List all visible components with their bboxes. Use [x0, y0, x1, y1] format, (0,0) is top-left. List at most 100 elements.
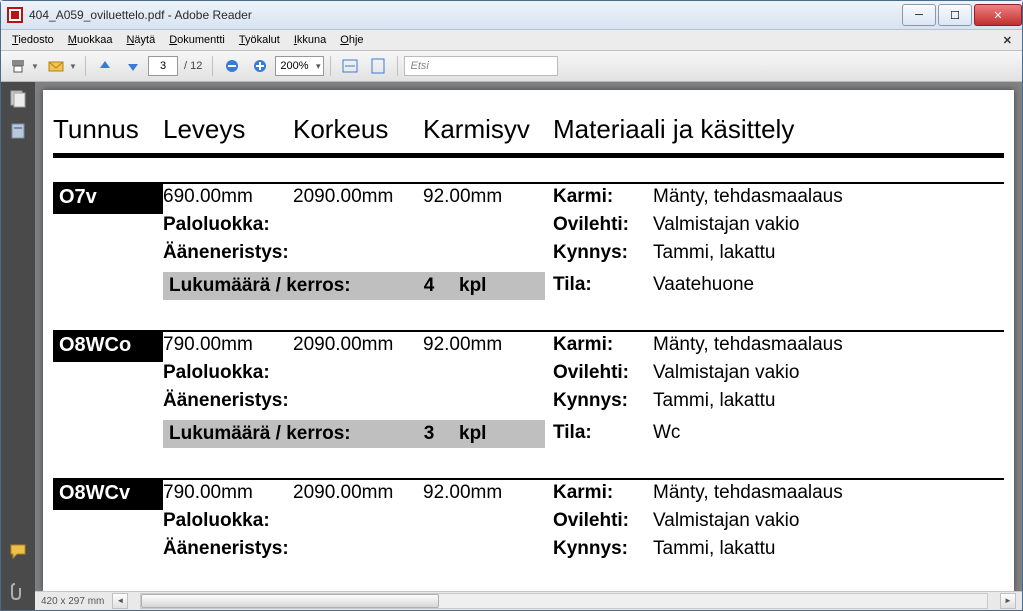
- door-entry: O7v 690.00mm 2090.00mm 92.00mm Karmi: Mä…: [53, 182, 1004, 300]
- label-tila: Tila:: [553, 422, 653, 444]
- zoom-select[interactable]: 200%: [275, 56, 323, 76]
- label-ovilehti: Ovilehti:: [553, 362, 653, 384]
- page-container[interactable]: Tunnus Leveys Korkeus Karmisyv Materiaal…: [35, 82, 1022, 591]
- val-korkeus: 2090.00mm: [293, 334, 423, 356]
- val-kynnys: Tammi, lakattu: [653, 538, 1004, 560]
- val-karmisyv: 92.00mm: [423, 482, 553, 504]
- page-up-button[interactable]: [92, 53, 118, 79]
- label-paloluokka: Paloluokka:: [163, 362, 553, 384]
- scrollbar-thumb[interactable]: [141, 594, 439, 608]
- plus-icon: [253, 59, 267, 73]
- zoom-out-button[interactable]: [219, 53, 245, 79]
- header-rule: [53, 153, 1004, 158]
- menu-file[interactable]: Tiedosto: [5, 32, 61, 48]
- status-bar: 420 x 297 mm ◄ ►: [35, 591, 1022, 610]
- label-karmi: Karmi:: [553, 482, 653, 504]
- zoom-in-button[interactable]: [247, 53, 273, 79]
- window-title: 404_A059_oviluettelo.pdf - Adobe Reader: [29, 8, 252, 22]
- app-window: 404_A059_oviluettelo.pdf - Adobe Reader …: [0, 0, 1023, 611]
- scroll-right-button[interactable]: ►: [1000, 593, 1016, 609]
- pages-panel-icon[interactable]: [9, 90, 27, 108]
- bookmarks-panel-icon[interactable]: [9, 122, 27, 140]
- fit-width-icon: [342, 59, 358, 73]
- header-materiaali: Materiaali ja käsittely: [553, 114, 1004, 145]
- search-input[interactable]: Etsi: [404, 56, 558, 76]
- pdf-page: Tunnus Leveys Korkeus Karmisyv Materiaal…: [43, 90, 1014, 591]
- toolbar-separator: [330, 56, 331, 76]
- close-button[interactable]: ✕: [974, 4, 1022, 26]
- print-button[interactable]: [5, 53, 31, 79]
- page-down-button[interactable]: [120, 53, 146, 79]
- menu-help[interactable]: Ohje: [333, 32, 370, 48]
- val-tila: Vaatehuone: [653, 274, 1004, 296]
- label-tila: Tila:: [553, 274, 653, 296]
- door-entry: O8WCo 790.00mm 2090.00mm 92.00mm Karmi: …: [53, 330, 1004, 448]
- print-icon: [10, 58, 26, 74]
- val-kynnys: Tammi, lakattu: [653, 390, 1004, 412]
- page-dimensions: 420 x 297 mm: [41, 596, 104, 607]
- menu-tools[interactable]: Työkalut: [232, 32, 287, 48]
- table-header-row: Tunnus Leveys Korkeus Karmisyv Materiaal…: [53, 114, 1004, 153]
- menu-view[interactable]: Näytä: [119, 32, 162, 48]
- print-dropdown-icon[interactable]: ▼: [31, 62, 41, 71]
- header-korkeus: Korkeus: [293, 114, 423, 145]
- fit-width-button[interactable]: [337, 53, 363, 79]
- scroll-left-button[interactable]: ◄: [112, 593, 128, 609]
- toolbar-separator: [397, 56, 398, 76]
- label-aaneneristys: Ääneneristys:: [163, 538, 553, 560]
- minimize-button[interactable]: ─: [902, 4, 936, 26]
- header-karmisyv: Karmisyv: [423, 114, 553, 145]
- window-buttons: ─ ☐ ✕: [900, 4, 1022, 26]
- label-ovilehti: Ovilehti:: [553, 510, 653, 532]
- label-paloluokka: Paloluokka:: [163, 214, 553, 236]
- menu-window[interactable]: Ikkuna: [287, 32, 333, 48]
- comments-panel-icon[interactable]: [9, 542, 27, 560]
- count-bar: Lukumäärä / kerros: 4 kpl: [163, 272, 545, 300]
- label-lukumaara: Lukumäärä / kerros:: [169, 423, 399, 445]
- val-korkeus: 2090.00mm: [293, 186, 423, 208]
- label-aaneneristys: Ääneneristys:: [163, 242, 553, 264]
- menu-close-doc[interactable]: ✕: [997, 34, 1018, 47]
- val-korkeus: 2090.00mm: [293, 482, 423, 504]
- menu-document[interactable]: Dokumentti: [162, 32, 232, 48]
- email-icon: [48, 58, 64, 74]
- val-ovilehti: Valmistajan vakio: [653, 362, 1004, 384]
- menu-edit[interactable]: Muokkaa: [61, 32, 120, 48]
- door-id-tag: O8WCo: [53, 332, 163, 362]
- val-ovilehti: Valmistajan vakio: [653, 214, 1004, 236]
- maximize-button[interactable]: ☐: [938, 4, 972, 26]
- title-bar: 404_A059_oviluettelo.pdf - Adobe Reader …: [1, 1, 1022, 30]
- page-total-label: / 12: [184, 60, 202, 72]
- minus-icon: [225, 59, 239, 73]
- label-lukumaara: Lukumäärä / kerros:: [169, 275, 399, 297]
- val-leveys: 790.00mm: [163, 482, 293, 504]
- toolbar-separator: [212, 56, 213, 76]
- label-kynnys: Kynnys:: [553, 242, 653, 264]
- door-entry: O8WCv 790.00mm 2090.00mm 92.00mm Karmi: …: [53, 478, 1004, 560]
- side-panel: [1, 82, 35, 610]
- email-button[interactable]: [43, 53, 69, 79]
- work-area: Tunnus Leveys Korkeus Karmisyv Materiaal…: [1, 82, 1022, 610]
- app-icon: [7, 7, 23, 23]
- toolbar: ▼ ▼ 3 / 12 200% Etsi: [1, 51, 1022, 82]
- val-leveys: 690.00mm: [163, 186, 293, 208]
- val-karmi: Mänty, tehdasmaalaus: [653, 334, 1004, 356]
- count-bar: Lukumäärä / kerros: 3 kpl: [163, 420, 545, 448]
- fit-page-button[interactable]: [365, 53, 391, 79]
- horizontal-scrollbar[interactable]: [140, 593, 988, 609]
- label-kpl: kpl: [459, 423, 559, 445]
- label-aaneneristys: Ääneneristys:: [163, 390, 553, 412]
- label-paloluokka: Paloluokka:: [163, 510, 553, 532]
- page-number-input[interactable]: 3: [148, 56, 178, 76]
- door-id-tag: O7v: [53, 184, 163, 214]
- label-ovilehti: Ovilehti:: [553, 214, 653, 236]
- header-leveys: Leveys: [163, 114, 293, 145]
- attachments-panel-icon[interactable]: [9, 582, 27, 600]
- val-ovilehti: Valmistajan vakio: [653, 510, 1004, 532]
- email-dropdown-icon[interactable]: ▼: [69, 62, 79, 71]
- val-karmi: Mänty, tehdasmaalaus: [653, 482, 1004, 504]
- val-leveys: 790.00mm: [163, 334, 293, 356]
- val-karmisyv: 92.00mm: [423, 334, 553, 356]
- label-kynnys: Kynnys:: [553, 538, 653, 560]
- label-kpl: kpl: [459, 275, 559, 297]
